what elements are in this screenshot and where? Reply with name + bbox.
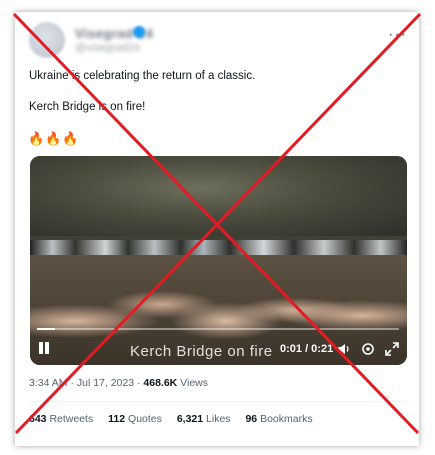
engagement-stats: 643 Retweets 112 Quotes 6,321 Likes 96 B… (29, 413, 325, 425)
tweet-text-line-1: Ukraine is celebrating the return of a c… (29, 70, 256, 82)
fire-emoji: 🔥🔥🔥 (28, 131, 80, 146)
avatar[interactable] (29, 22, 65, 58)
quotes-label: Quotes (128, 413, 162, 425)
stat-quotes[interactable]: 112 Quotes (108, 413, 162, 425)
likes-count: 6,321 (176, 413, 204, 425)
pause-icon[interactable] (38, 342, 50, 354)
views-label: Views (177, 377, 209, 389)
settings-icon[interactable] (360, 341, 376, 357)
verified-badge-icon (133, 26, 145, 38)
video-caption: Kerch Bridge on fire (130, 343, 273, 360)
video-time: 0:01 / 0:21 (280, 343, 334, 355)
views-count: 468.6K (143, 377, 178, 389)
tweet-header: Visegrad 24 @visegrad24 ··· (29, 20, 409, 60)
retweets-count: 643 (29, 413, 47, 425)
fullscreen-icon[interactable] (384, 341, 400, 357)
stat-bookmarks[interactable]: 96 Bookmarks (245, 413, 312, 425)
video-progress-fill (37, 328, 56, 330)
divider (29, 401, 406, 402)
tweet-text-line-2: Kerch Bridge is on fire! (29, 101, 146, 113)
stat-retweets[interactable]: 643 Retweets (29, 413, 93, 425)
tweet-card: Visegrad 24 @visegrad24 ··· Ukraine is c… (15, 12, 419, 446)
volume-icon[interactable] (336, 341, 352, 357)
bookmarks-label: Bookmarks (260, 413, 313, 425)
bookmarks-count: 96 (245, 413, 258, 425)
stat-likes[interactable]: 6,321 Likes (177, 413, 231, 425)
likes-label: Likes (206, 413, 231, 425)
quotes-count: 112 (108, 413, 126, 425)
tweet-timestamp: 3:34 AM · Jul 17, 2023 · 468.6K Views (29, 377, 208, 389)
video-progress-bar[interactable] (37, 328, 399, 330)
author-handle[interactable]: @visegrad24 (75, 42, 140, 54)
retweets-label: Retweets (49, 413, 94, 425)
video-frame-ceiling (30, 156, 407, 236)
timestamp-text[interactable]: 3:34 AM · Jul 17, 2023 · (29, 377, 143, 389)
video-player[interactable]: Kerch Bridge on fire 0:01 / 0:21 (30, 156, 407, 365)
more-icon[interactable]: ··· (388, 26, 407, 44)
